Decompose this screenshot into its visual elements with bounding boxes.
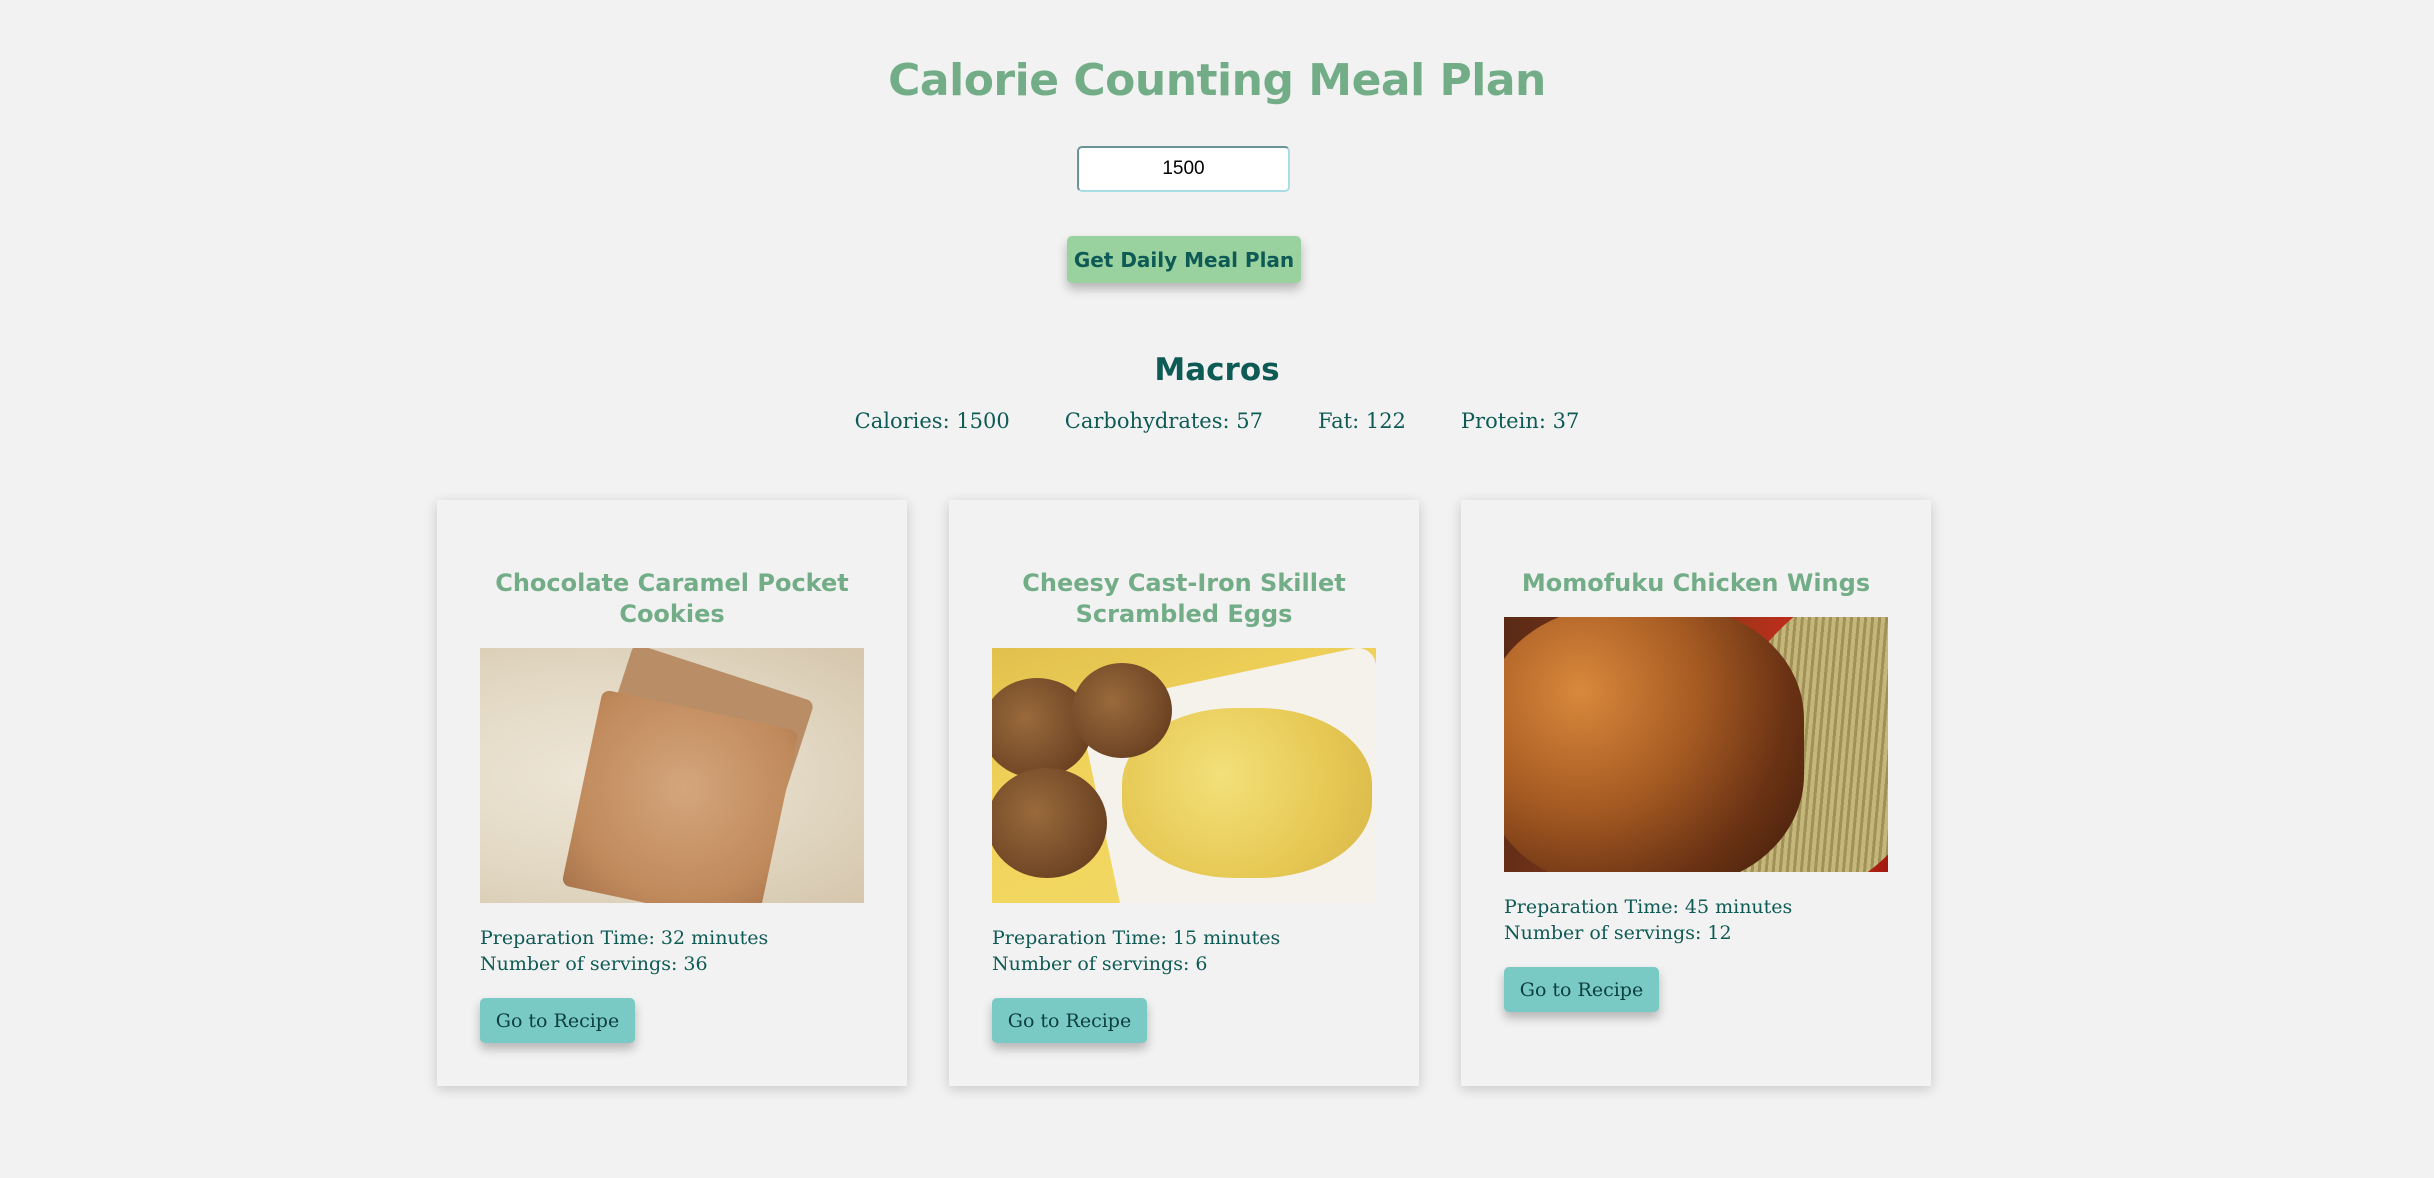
go-to-recipe-button[interactable]: Go to Recipe <box>480 998 635 1043</box>
get-meal-plan-button[interactable]: Get Daily Meal Plan <box>1067 236 1301 283</box>
macro-protein: Protein: 37 <box>1460 409 1580 433</box>
macros-summary: Calories: 1500 Carbohydrates: 57 Fat: 12… <box>0 409 2434 433</box>
servings: Number of servings: 12 <box>1504 922 1732 944</box>
macro-calories: Calories: 1500 <box>854 409 1010 433</box>
meal-title: Momofuku Chicken Wings <box>1521 569 1871 597</box>
meal-image <box>1504 617 1888 872</box>
meal-card: Momofuku Chicken Wings Preparation Time:… <box>1461 500 1931 1086</box>
meal-card: Chocolate Caramel Pocket Cookies Prepara… <box>437 500 907 1086</box>
prep-time: Preparation Time: 32 minutes <box>480 927 769 949</box>
calories-input[interactable] <box>1077 146 1290 192</box>
macro-carbohydrates: Carbohydrates: 57 <box>1064 409 1263 433</box>
page-title: Calorie Counting Meal Plan <box>888 55 1546 107</box>
go-to-recipe-button[interactable]: Go to Recipe <box>992 998 1147 1043</box>
go-to-recipe-button[interactable]: Go to Recipe <box>1504 967 1659 1012</box>
servings: Number of servings: 36 <box>480 953 708 975</box>
meal-card: Cheesy Cast-Iron Skillet Scrambled Eggs … <box>949 500 1419 1086</box>
macro-fat: Fat: 122 <box>1317 409 1406 433</box>
meal-title: Chocolate Caramel Pocket Cookies <box>495 569 849 628</box>
macros-heading: Macros <box>1154 351 1280 388</box>
meal-title: Cheesy Cast-Iron Skillet Scrambled Eggs <box>1022 569 1346 628</box>
meal-info: Preparation Time: 32 minutes Number of s… <box>480 925 768 977</box>
meal-info: Preparation Time: 45 minutes Number of s… <box>1504 894 1792 946</box>
meal-image <box>992 648 1376 903</box>
prep-time: Preparation Time: 15 minutes <box>992 927 1281 949</box>
meal-info: Preparation Time: 15 minutes Number of s… <box>992 925 1280 977</box>
servings: Number of servings: 6 <box>992 953 1208 975</box>
meal-image <box>480 648 864 903</box>
prep-time: Preparation Time: 45 minutes <box>1504 896 1793 918</box>
